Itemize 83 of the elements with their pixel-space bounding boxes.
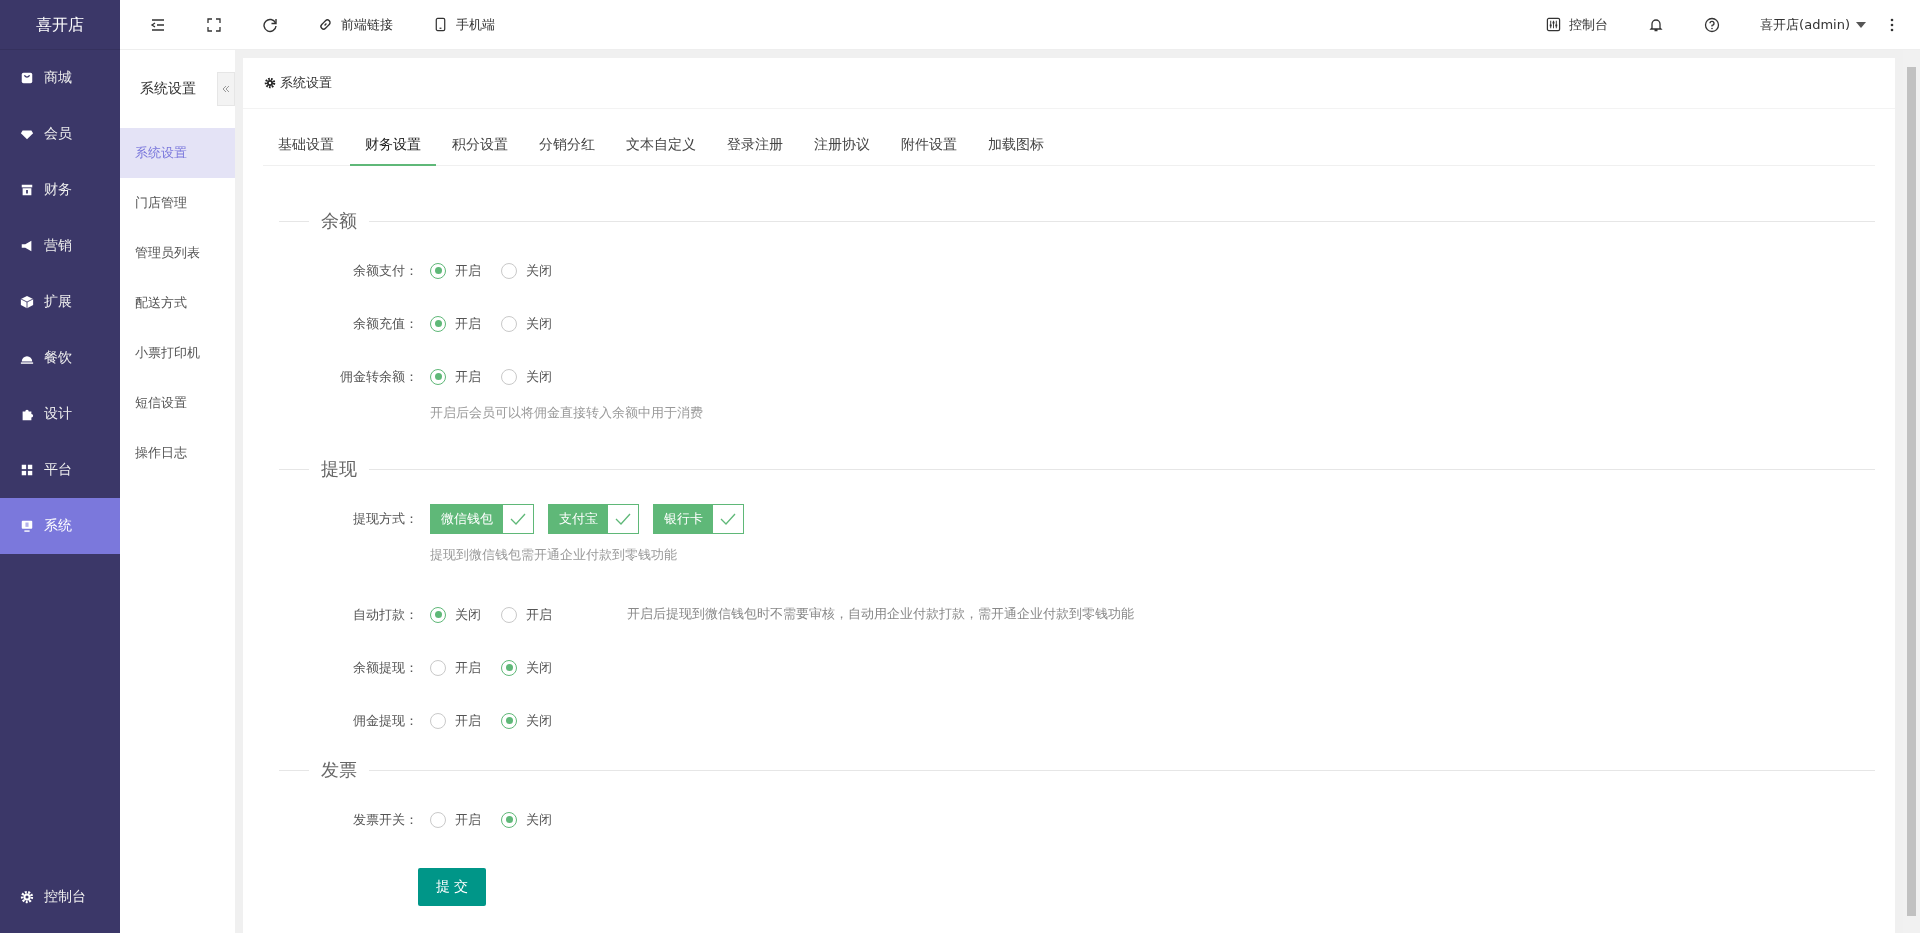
tab[interactable]: 加载图标	[973, 124, 1059, 166]
radio-option[interactable]: 关闭	[501, 711, 552, 730]
cube-icon	[20, 295, 34, 309]
radio-option[interactable]: 关闭	[501, 261, 552, 280]
sub-menu-title: 系统设置	[140, 80, 196, 98]
nav-item[interactable]: 系统	[0, 498, 120, 554]
more-icon[interactable]	[1890, 16, 1894, 33]
radio-option[interactable]: 关闭	[501, 314, 552, 333]
tab[interactable]: 财务设置	[350, 124, 436, 166]
grid-icon	[20, 463, 34, 477]
field-label: 自动打款：	[352, 605, 419, 624]
field-label: 提现方式：	[352, 509, 419, 528]
section-title: 提现	[320, 457, 358, 481]
monitor-icon	[20, 519, 34, 533]
field-label: 佣金转余额：	[339, 367, 419, 386]
tab[interactable]: 注册协议	[799, 124, 885, 166]
tab[interactable]: 积分设置	[437, 124, 523, 166]
menu-collapse-icon[interactable]	[150, 16, 166, 33]
console-nav-item[interactable]: 控制台	[0, 861, 120, 933]
tab[interactable]: 分销分红	[524, 124, 610, 166]
section-title: 余额	[320, 209, 358, 233]
submit-button[interactable]: 提 交	[418, 868, 486, 906]
sub-menu-item[interactable]: 配送方式	[120, 278, 235, 328]
mobile-link[interactable]: 手机端	[433, 15, 495, 34]
fullscreen-icon[interactable]	[206, 16, 222, 33]
refresh-icon[interactable]	[262, 16, 278, 33]
field-label: 余额提现：	[352, 658, 419, 677]
console-link[interactable]: 控制台	[1546, 15, 1609, 34]
hint-text: 开启后提现到微信钱包时不需要审核，自动用企业付款打款，需开通企业付款到零钱功能	[627, 606, 1134, 623]
field-label: 余额支付：	[352, 261, 419, 280]
checkmark-icon	[510, 512, 526, 525]
sub-menu-item[interactable]: 操作日志	[120, 428, 235, 478]
sliders-icon	[1546, 17, 1562, 32]
field-label: 余额充值：	[352, 314, 419, 333]
field-label: 佣金提现：	[352, 711, 419, 730]
user-menu[interactable]: 喜开店(admin)	[1760, 15, 1866, 34]
settings-icon	[264, 77, 276, 89]
radio-option[interactable]: 开启	[430, 261, 481, 280]
hint-text: 开启后会员可以将佣金直接转入余额中用于消费	[430, 405, 704, 422]
tab[interactable]: 文本自定义	[611, 124, 711, 166]
caret-icon	[1856, 21, 1866, 28]
field-label: 发票开关：	[352, 810, 419, 829]
phone-icon	[433, 17, 448, 32]
card-title: 系统设置	[280, 74, 332, 92]
box-icon	[20, 183, 34, 197]
nav-item[interactable]: 餐饮	[0, 330, 120, 386]
radio-option[interactable]: 开启	[430, 711, 481, 730]
radio-option[interactable]: 关闭	[501, 367, 552, 386]
radio-option[interactable]: 开启	[430, 810, 481, 829]
bag-icon	[20, 71, 34, 85]
nav-item[interactable]: 平台	[0, 442, 120, 498]
puzzle-icon	[20, 407, 34, 421]
megaphone-icon	[20, 239, 34, 253]
radio-option[interactable]: 关闭	[501, 658, 552, 677]
sub-menu-item[interactable]: 短信设置	[120, 378, 235, 428]
nav-item[interactable]: 营销	[0, 218, 120, 274]
bell-icon[interactable]	[1648, 16, 1665, 33]
radio-option[interactable]: 关闭	[430, 605, 481, 624]
sub-menu-item[interactable]: 管理员列表	[120, 228, 235, 278]
tab[interactable]: 附件设置	[886, 124, 972, 166]
help-icon[interactable]	[1704, 16, 1721, 33]
nav-item[interactable]: 商城	[0, 50, 120, 106]
sub-menu-item[interactable]: 小票打印机	[120, 328, 235, 378]
frontend-link[interactable]: 前端链接	[318, 15, 393, 34]
nav-item[interactable]: 财务	[0, 162, 120, 218]
double-chevron-icon	[221, 84, 231, 94]
tab[interactable]: 基础设置	[263, 124, 349, 166]
sub-menu-item[interactable]: 门店管理	[120, 178, 235, 228]
radio-option[interactable]: 开启	[430, 658, 481, 677]
hint-text: 提现到微信钱包需开通企业付款到零钱功能	[430, 547, 678, 564]
tab[interactable]: 登录注册	[712, 124, 798, 166]
radio-option[interactable]: 开启	[501, 605, 552, 624]
radio-option[interactable]: 开启	[430, 314, 481, 333]
settings-icon	[20, 890, 34, 904]
radio-option[interactable]: 关闭	[501, 810, 552, 829]
checkmark-icon	[615, 512, 631, 525]
nav-item[interactable]: 扩展	[0, 274, 120, 330]
section-title: 发票	[320, 758, 358, 782]
radio-option[interactable]: 开启	[430, 367, 481, 386]
nav-item[interactable]: 会员	[0, 106, 120, 162]
checkmark-icon	[720, 512, 736, 525]
link-icon	[318, 17, 333, 32]
nav-item[interactable]: 设计	[0, 386, 120, 442]
